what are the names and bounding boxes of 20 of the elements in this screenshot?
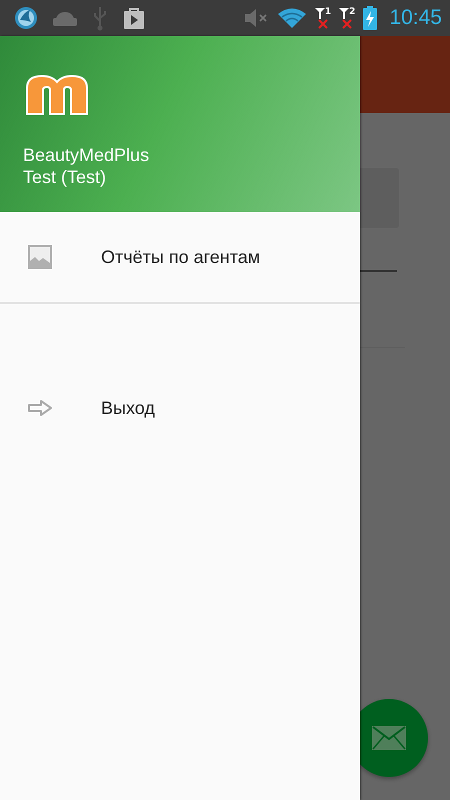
wifi-icon (276, 7, 307, 29)
usb-icon (92, 5, 108, 31)
menu-item[interactable]: Отчёты по агентам (0, 212, 360, 304)
sim-number: 2 (349, 8, 356, 16)
envelope-icon (372, 726, 406, 750)
arrow-right-icon (27, 399, 53, 417)
sim-number: 1 (324, 8, 332, 16)
menu-item-label: Отчёты по агентам (101, 246, 260, 268)
account-name: BeautyMedPlus (23, 144, 150, 166)
account-subtitle: Test (Test) (23, 166, 106, 188)
clock-time: 10:45 (389, 6, 442, 30)
signal-icon (314, 8, 325, 18)
menu-item-label: Выход (101, 398, 155, 418)
muted-speaker-icon (242, 7, 269, 29)
signal-icon (339, 8, 350, 18)
image-icon (27, 244, 53, 270)
menu-item[interactable]: Выход (0, 380, 360, 436)
battery-charging-icon (363, 6, 378, 30)
logo-icon (25, 74, 89, 116)
play-store-icon (122, 6, 146, 30)
